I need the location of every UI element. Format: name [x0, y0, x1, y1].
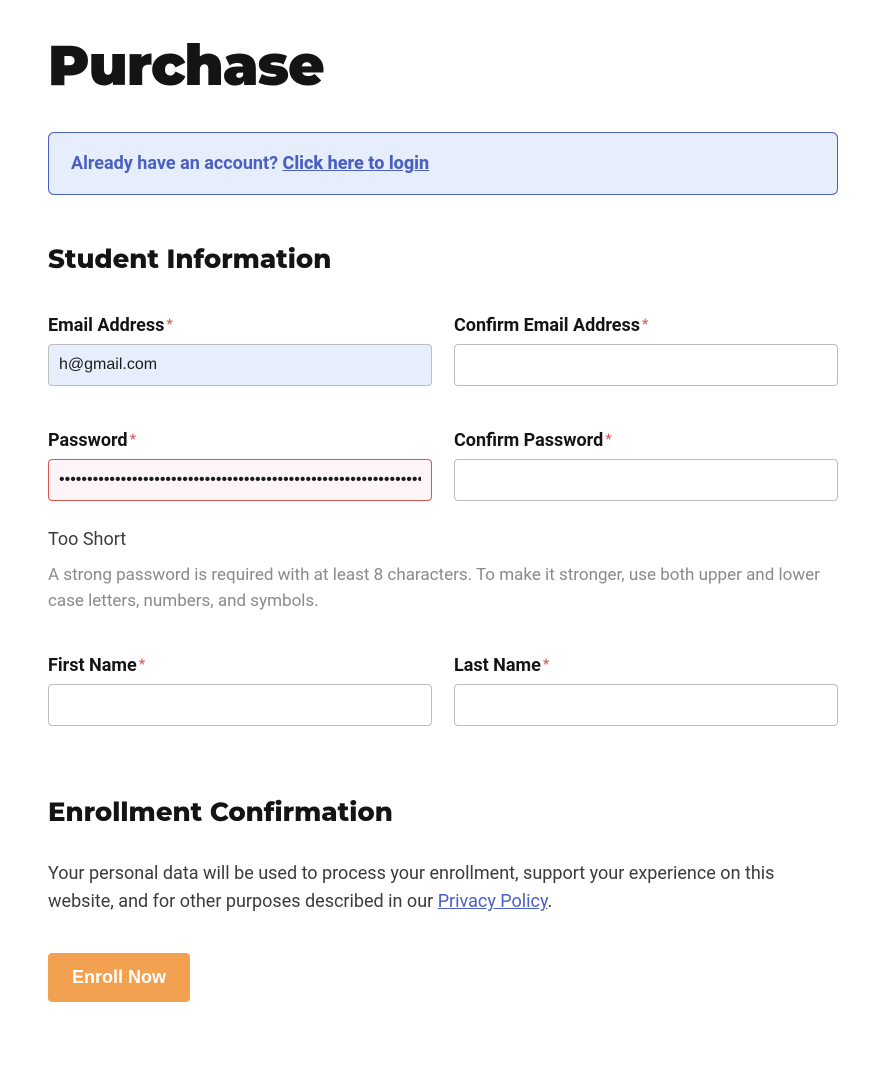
privacy-policy-link[interactable]: Privacy Policy — [438, 891, 548, 912]
required-mark: * — [130, 430, 136, 448]
first-name-label: First Name* — [48, 655, 432, 676]
required-mark: * — [642, 315, 648, 333]
required-mark: * — [139, 655, 145, 673]
email-label: Email Address* — [48, 315, 432, 336]
login-notice-text: Already have an account? — [71, 153, 283, 174]
required-mark: * — [543, 655, 549, 673]
required-mark: * — [605, 430, 611, 448]
confirm-password-label: Confirm Password* — [454, 430, 838, 451]
privacy-text: Your personal data will be used to proce… — [48, 860, 838, 918]
confirm-email-field[interactable] — [454, 344, 838, 386]
confirm-email-label: Confirm Email Address* — [454, 315, 838, 336]
email-field[interactable] — [48, 344, 432, 386]
student-info-heading: Student Information — [48, 243, 838, 275]
enroll-button[interactable]: Enroll Now — [48, 953, 190, 1002]
required-mark: * — [166, 315, 172, 333]
first-name-field[interactable] — [48, 684, 432, 726]
password-help: A strong password is required with at le… — [48, 562, 838, 615]
last-name-label: Last Name* — [454, 655, 838, 676]
last-name-field[interactable] — [454, 684, 838, 726]
enrollment-heading: Enrollment Confirmation — [48, 796, 838, 828]
login-notice: Already have an account? Click here to l… — [48, 132, 838, 195]
password-strength: Too Short — [48, 529, 838, 550]
password-field[interactable] — [48, 459, 432, 501]
confirm-password-field[interactable] — [454, 459, 838, 501]
login-link[interactable]: Click here to login — [283, 153, 430, 174]
password-label: Password* — [48, 430, 432, 451]
page-title: Purchase — [48, 32, 838, 100]
